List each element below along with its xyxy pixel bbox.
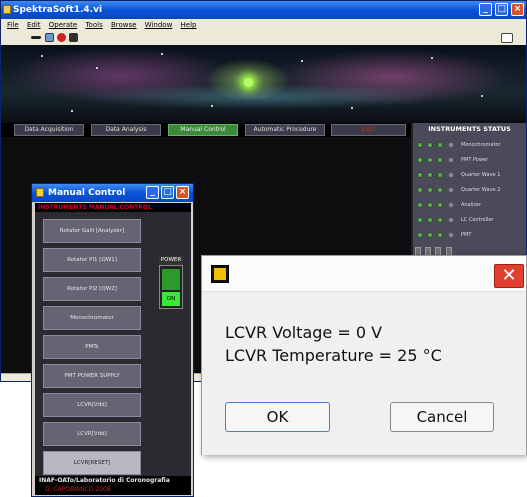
cancel-button[interactable]: Cancel (390, 402, 494, 432)
main-title-bar[interactable]: SpektraSoft1.4.vi _ □ × (1, 1, 526, 19)
exit-button[interactable]: EXIT (331, 124, 406, 136)
status-label: LC Controller (461, 217, 494, 223)
led-icon (417, 142, 423, 148)
manual-control-window: Manual Control _ □ × INSTRUMENTS MANUAL … (31, 183, 194, 497)
led-icon (437, 142, 443, 148)
lcvr-voltage-text: LCVR Voltage = 0 V (225, 323, 383, 342)
power-label: POWER (159, 256, 183, 265)
minimize-icon[interactable]: _ (146, 186, 159, 199)
menu-file[interactable]: File (7, 21, 19, 29)
tab-data-acquisition[interactable]: Data Acquisition (14, 124, 84, 136)
manual-control-panel: INSTRUMENTS MANUAL CONTROL Rotator Galil… (35, 203, 191, 495)
labview-icon-inner (214, 268, 226, 280)
led-icon (427, 142, 433, 148)
run-continuous-icon[interactable] (45, 33, 54, 42)
tab-automatic-procedure[interactable]: Automatic Procedure (245, 124, 325, 136)
nav-bar: Data Acquisition Data Analysis Manual Co… (1, 123, 411, 137)
power-switch[interactable]: ON (159, 265, 183, 309)
tab-manual-control[interactable]: Manual Control (168, 124, 238, 136)
toolbar (1, 31, 526, 45)
status-glow-indicator (244, 78, 253, 87)
lcvr-vdd-button[interactable]: LCVR[Vdd] (43, 393, 141, 417)
status-label: Analizer (461, 202, 482, 208)
lcvr-temperature-text: LCVR Temperature = 25 °C (225, 346, 442, 365)
abort-icon[interactable] (57, 33, 66, 42)
credits-line-1: INAF-OATo/Laboratorio di Coronografia (39, 477, 170, 484)
app-icon (3, 5, 11, 14)
ok-button[interactable]: OK (225, 402, 330, 432)
menu-help[interactable]: Help (181, 21, 197, 29)
status-row: Analizer (415, 199, 525, 211)
window-title: SpektraSoft1.4.vi (13, 5, 103, 15)
rotator-pi1-button[interactable]: Rotator PI1 [QW1] (43, 248, 141, 272)
menu-edit[interactable]: Edit (27, 21, 41, 29)
manual-control-title-bar[interactable]: Manual Control _ □ × (32, 184, 193, 202)
pause-icon[interactable] (69, 33, 78, 42)
tab-data-analysis[interactable]: Data Analysis (91, 124, 161, 136)
menu-browse[interactable]: Browse (111, 21, 137, 29)
credits-footer: INAF-OATo/Laboratorio di Coronografia G.… (35, 476, 191, 495)
run-arrow-icon[interactable] (31, 36, 41, 39)
instruments-status-title: INSTRUMENTS STATUS (428, 125, 511, 133)
status-row: Quarter Wave 2 (415, 184, 525, 196)
lcvr-reset-button[interactable]: LCVR[RESET] (43, 451, 141, 475)
pmts-button[interactable]: PMTs (43, 335, 141, 359)
menu-bar: File Edit Operate Tools Browse Window He… (1, 19, 526, 31)
status-label: PMT Power (461, 157, 489, 163)
help-icon[interactable] (501, 33, 513, 43)
status-row: PMT Power (415, 154, 525, 166)
lcvr-dialog: ✕ LCVR Voltage = 0 V LCVR Temperature = … (201, 255, 527, 455)
close-icon[interactable]: ✕ (494, 264, 524, 288)
rotator-galil-button[interactable]: Rotator Galil [Analyzer] (43, 219, 141, 243)
monochromator-button[interactable]: Monochromator (43, 306, 141, 330)
status-row: Monochromator (415, 139, 525, 151)
close-icon[interactable]: × (176, 186, 189, 199)
status-row: PMT (415, 229, 525, 241)
status-label: Quarter Wave 1 (461, 172, 501, 178)
maximize-icon[interactable]: □ (161, 186, 174, 199)
dialog-title-bar[interactable]: ✕ (202, 256, 526, 292)
status-row: Quarter Wave 1 (415, 169, 525, 181)
status-label: PMT (461, 232, 472, 238)
status-label: Quarter Wave 2 (461, 187, 501, 193)
credits-line-2: G. CAPOBIANCO 2008 (45, 486, 111, 493)
power-switch-track (162, 269, 180, 290)
menu-operate[interactable]: Operate (49, 21, 77, 29)
menu-tools[interactable]: Tools (85, 21, 102, 29)
manual-control-title: Manual Control (48, 188, 126, 198)
galaxy-banner-image (1, 45, 526, 123)
app-icon (36, 188, 44, 197)
labview-icon (211, 265, 229, 283)
minimize-icon[interactable]: _ (479, 3, 492, 16)
status-row: LC Controller (415, 214, 525, 226)
status-label: Monochromator (461, 142, 501, 148)
panel-header: INSTRUMENTS MANUAL CONTROL (35, 203, 191, 212)
led-icon (448, 142, 454, 148)
pmt-power-supply-button[interactable]: PMT POWER SUPPLY (43, 364, 141, 388)
maximize-icon[interactable]: □ (495, 3, 508, 16)
rotator-pi2-button[interactable]: Rotator PI2 [QW2] (43, 277, 141, 301)
power-state-indicator: ON (162, 292, 180, 306)
menu-window[interactable]: Window (145, 21, 173, 29)
lcvr-vdd-button-2[interactable]: LCVR[Vdd] (43, 422, 141, 446)
close-icon[interactable]: × (511, 3, 524, 16)
